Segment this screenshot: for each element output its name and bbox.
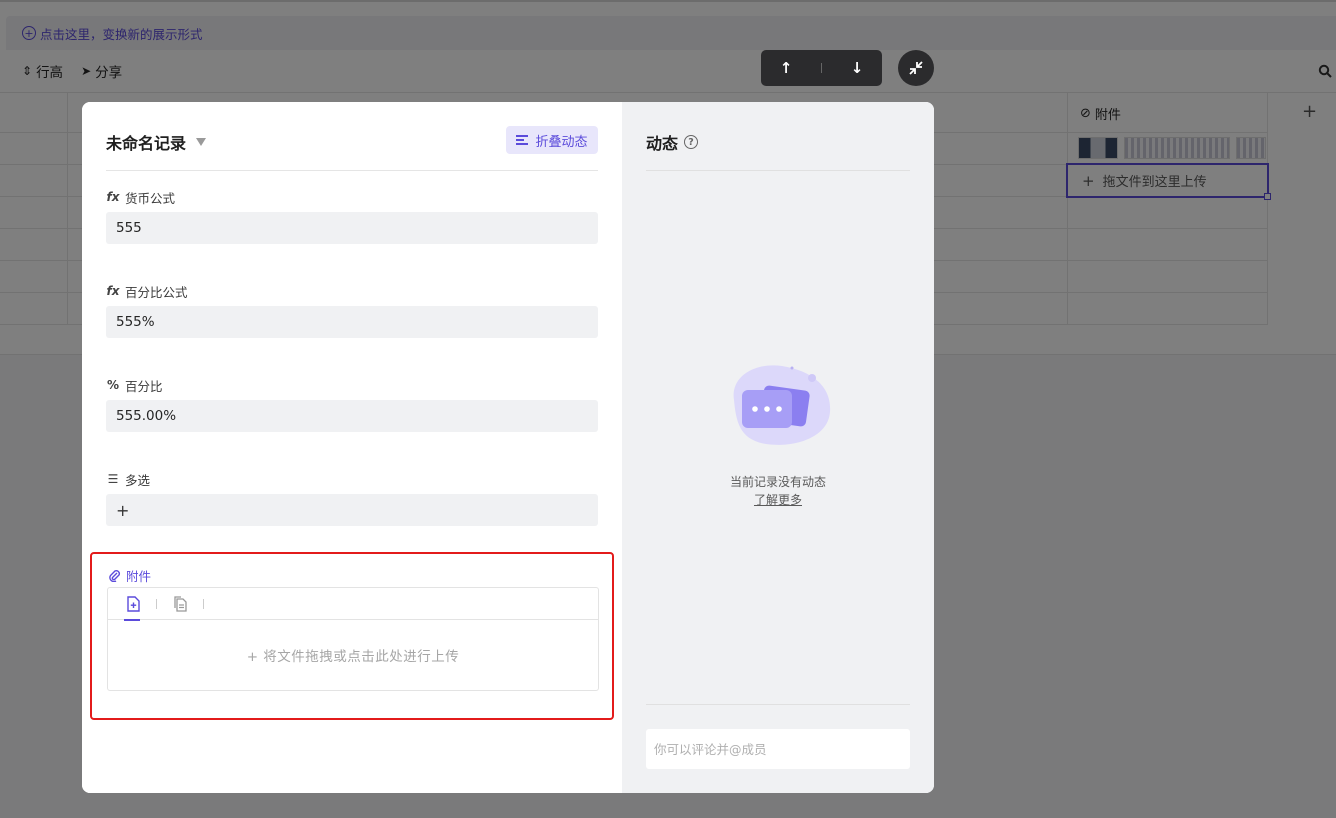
field-label: % 百分比 [106, 376, 598, 394]
fx-icon: fx [106, 284, 120, 298]
tab-divider [203, 598, 204, 609]
fold-activity-label: 折叠动态 [535, 134, 588, 150]
activity-title-text: 动态 [646, 134, 679, 153]
record-title-text: 未命名记录 [106, 134, 187, 153]
attachment-field-highlighted: 附件 + 将文件拖拽或点击此处进行上传 [90, 552, 614, 720]
tab-document-library[interactable] [171, 588, 189, 620]
upload-dropzone[interactable]: + 将文件拖拽或点击此处进行上传 [108, 620, 598, 690]
field-label: fx 百分比公式 [106, 282, 598, 300]
field-value[interactable]: 555 [106, 212, 598, 244]
empty-chat-illustration [733, 365, 831, 445]
field-label: fx 货币公式 [106, 188, 598, 206]
learn-more-link[interactable]: 了解更多 [622, 491, 934, 508]
record-detail-modal: 未命名记录 折叠动态 fx 货币公式 555 fx 百分比公式 555% % 百… [82, 102, 934, 793]
fold-activity-button[interactable]: 折叠动态 [506, 126, 598, 154]
field-label: 附件 [108, 566, 151, 585]
activity-title: 动态 ? [646, 130, 699, 154]
comment-input[interactable] [646, 729, 910, 769]
nav-divider [821, 63, 822, 73]
tab-divider [156, 598, 157, 609]
next-record-button[interactable]: ↓ [842, 59, 872, 77]
help-icon[interactable]: ? [684, 135, 699, 149]
attachment-upload-box: + 将文件拖拽或点击此处进行上传 [107, 587, 599, 691]
field-multi-select: ☰ 多选 + [106, 470, 598, 526]
field-currency-formula: fx 货币公式 555 [106, 188, 598, 244]
field-value[interactable]: 555.00% [106, 400, 598, 432]
previous-record-button[interactable]: ↑ [771, 59, 801, 77]
field-label-text: 百分比公式 [125, 284, 188, 300]
caret-down-icon[interactable] [196, 138, 207, 146]
paperclip-icon [109, 570, 120, 582]
divider [646, 170, 910, 171]
record-title[interactable]: 未命名记录 [106, 130, 207, 154]
activity-panel: 动态 ? 当前记录没有动态 了解更多 [622, 102, 934, 793]
divider [106, 170, 598, 171]
list-icon [516, 133, 529, 148]
add-option-button[interactable]: + [106, 494, 598, 526]
record-navigation: ↑ ↓ [761, 50, 882, 86]
field-percent-formula: fx 百分比公式 555% [106, 282, 598, 338]
percent-icon: % [106, 378, 120, 392]
plus-icon: + [116, 500, 130, 520]
field-percent: % 百分比 555.00% [106, 376, 598, 432]
multi-select-icon: ☰ [107, 472, 119, 486]
attachment-tabs [108, 588, 598, 621]
file-add-icon [127, 595, 140, 612]
field-label-text: 货币公式 [125, 190, 176, 206]
collapse-icon [909, 61, 923, 75]
tab-local-upload[interactable] [124, 588, 142, 621]
collapse-button[interactable] [898, 50, 934, 86]
field-label: ☰ 多选 [106, 470, 598, 488]
field-value[interactable]: 555% [106, 306, 598, 338]
empty-activity-text: 当前记录没有动态 [729, 475, 826, 489]
field-label-text: 多选 [125, 472, 151, 488]
field-label-text: 百分比 [125, 378, 163, 394]
fx-icon: fx [106, 190, 120, 204]
divider [646, 704, 910, 705]
field-label-text: 附件 [126, 569, 152, 584]
files-icon [173, 595, 187, 612]
record-fields-panel: 未命名记录 折叠动态 fx 货币公式 555 fx 百分比公式 555% % 百… [82, 102, 622, 793]
